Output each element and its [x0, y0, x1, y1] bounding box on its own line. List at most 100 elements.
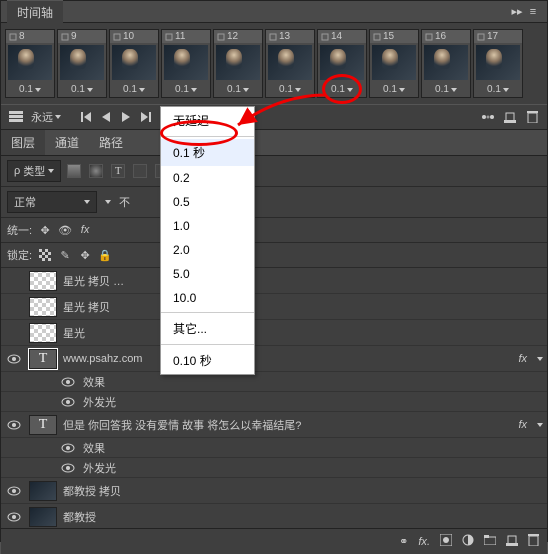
- layer-name[interactable]: 星光: [63, 325, 543, 341]
- fx-effects-row[interactable]: 效果: [1, 372, 547, 392]
- layer-row[interactable]: T www.psahz.com fx: [1, 346, 547, 372]
- fx-badge[interactable]: fx: [518, 353, 527, 365]
- search-icon: ρ: [14, 165, 20, 177]
- filter-adjust-icon[interactable]: [89, 164, 103, 178]
- first-frame-icon[interactable]: [79, 110, 93, 124]
- visibility-toggle[interactable]: [5, 420, 23, 430]
- tab-channels[interactable]: 通道: [45, 130, 89, 155]
- filter-icons: T: [67, 164, 169, 178]
- frame[interactable]: 8 0.1: [5, 29, 55, 98]
- layer-row[interactable]: T 但是 你回答我 没有爱情 故事 将怎么以幸福结尾? fx: [1, 412, 547, 438]
- fx-badge[interactable]: fx: [518, 419, 527, 431]
- tab-layers[interactable]: 图层: [1, 130, 45, 155]
- effects-label: 效果: [83, 374, 105, 390]
- delay-option[interactable]: 5.0: [161, 262, 254, 286]
- play-icon[interactable]: [119, 110, 133, 124]
- delete-frame-icon[interactable]: [525, 110, 539, 124]
- frame-delay[interactable]: 0.1: [58, 82, 106, 97]
- frame[interactable]: 12 0.1: [213, 29, 263, 98]
- delay-option[interactable]: 1.0: [161, 214, 254, 238]
- prev-frame-icon[interactable]: [99, 110, 113, 124]
- lock-pixels-icon[interactable]: ✎: [58, 248, 72, 262]
- frame[interactable]: 10 0.1: [109, 29, 159, 98]
- expand-fx-icon[interactable]: [537, 423, 543, 427]
- fx-outerglow-row[interactable]: 外发光: [1, 458, 547, 478]
- timeline-controls: 永远: [1, 104, 547, 130]
- frame-delay[interactable]: 0.1: [6, 82, 54, 97]
- fx-outerglow-row[interactable]: 外发光: [1, 392, 547, 412]
- layer-thumb: [29, 323, 57, 343]
- filter-kind-select[interactable]: ρ 类型: [7, 160, 61, 182]
- collapse-icon[interactable]: ▸▸: [509, 5, 525, 18]
- blend-mode-select[interactable]: 正常: [7, 191, 97, 213]
- layer-thumb-type: T: [29, 415, 57, 435]
- tab-paths[interactable]: 路径: [89, 130, 133, 155]
- delay-option[interactable]: 10.0: [161, 286, 254, 310]
- frame-number: 8: [6, 30, 54, 43]
- layer-row[interactable]: 星光 拷贝 …: [1, 268, 547, 294]
- frame[interactable]: 14 0.1: [317, 29, 367, 98]
- filter-shape-icon[interactable]: [133, 164, 147, 178]
- frame-delay[interactable]: 0.1: [110, 82, 158, 97]
- layers-tabs: 图层 通道 路径: [1, 130, 547, 156]
- filter-type-icon[interactable]: T: [111, 164, 125, 178]
- frame-thumb: [8, 45, 52, 80]
- visibility-toggle[interactable]: [5, 512, 23, 522]
- layer-name[interactable]: 星光 拷贝: [63, 299, 543, 315]
- delay-option[interactable]: 2.0: [161, 238, 254, 262]
- layer-name[interactable]: 星光 拷贝 …: [63, 273, 543, 289]
- visibility-toggle[interactable]: [5, 354, 23, 364]
- delay-option[interactable]: 0.5: [161, 190, 254, 214]
- frame-delay[interactable]: 0.1: [422, 82, 470, 97]
- panel-menu-icon[interactable]: ≡: [525, 6, 541, 18]
- delay-option-none[interactable]: 无延迟: [161, 107, 254, 134]
- layer-row[interactable]: 都教授: [1, 504, 547, 528]
- unify-position-icon[interactable]: ✥: [38, 223, 52, 237]
- unify-visibility-icon[interactable]: 👁: [58, 223, 72, 237]
- visibility-toggle[interactable]: [5, 486, 23, 496]
- lock-all-icon[interactable]: 🔒: [98, 248, 112, 262]
- layers-list[interactable]: 星光 拷贝 … 星光 拷贝 星光 T www.psahz.com fx 效果 外…: [1, 268, 547, 528]
- lock-position-icon[interactable]: ✥: [78, 248, 92, 262]
- frame-delay[interactable]: 0.1: [318, 82, 366, 97]
- frame[interactable]: 11 0.1: [161, 29, 211, 98]
- lock-transparent-icon[interactable]: [38, 248, 52, 262]
- frame-delay[interactable]: 0.1: [474, 82, 522, 97]
- frame-delay[interactable]: 0.1: [370, 82, 418, 97]
- tween-icon[interactable]: [481, 110, 495, 124]
- frame-delay[interactable]: 0.1: [266, 82, 314, 97]
- frame[interactable]: 16 0.1: [421, 29, 471, 98]
- frame-delay[interactable]: 0.1: [214, 82, 262, 97]
- layer-thumb: [29, 507, 57, 527]
- frame[interactable]: 15 0.1: [369, 29, 419, 98]
- timeline-tab[interactable]: 时间轴: [7, 0, 63, 24]
- fx-effects-row[interactable]: 效果: [1, 438, 547, 458]
- frame[interactable]: 17 0.1: [473, 29, 523, 98]
- layer-row[interactable]: 星光: [1, 320, 547, 346]
- layer-thumb-type: T: [29, 349, 57, 369]
- frame[interactable]: 13 0.1: [265, 29, 315, 98]
- frame[interactable]: 9 0.1: [57, 29, 107, 98]
- delay-option-current[interactable]: 0.10 秒: [161, 347, 254, 374]
- delay-option-other[interactable]: 其它...: [161, 315, 254, 342]
- filter-pixel-icon[interactable]: [67, 164, 81, 178]
- next-frame-icon[interactable]: [139, 110, 153, 124]
- layer-name[interactable]: 但是 你回答我 没有爱情 故事 将怎么以幸福结尾?: [63, 417, 512, 433]
- delay-option[interactable]: 0.1 秒: [161, 139, 254, 166]
- loop-label: 永远: [31, 109, 53, 125]
- layer-row[interactable]: 星光 拷贝: [1, 294, 547, 320]
- unify-style-icon[interactable]: fx: [78, 223, 92, 237]
- layer-name[interactable]: 都教授: [63, 509, 543, 525]
- convert-timeline-icon[interactable]: [9, 110, 23, 124]
- delay-option[interactable]: 0.2: [161, 166, 254, 190]
- layer-name[interactable]: 都教授 拷贝: [63, 483, 543, 499]
- layer-name[interactable]: www.psahz.com: [63, 353, 512, 365]
- layer-thumb: [29, 271, 57, 291]
- timeline-panel: 时间轴 ▸▸ ≡ 8 0.1 9 0.1 10 0.1 11 0.1 12: [0, 0, 548, 542]
- layer-row[interactable]: 都教授 拷贝: [1, 478, 547, 504]
- layers-footer: ⚭ fx.: [1, 528, 547, 554]
- loop-select[interactable]: 永远: [31, 109, 61, 125]
- new-frame-icon[interactable]: [503, 110, 517, 124]
- frame-delay[interactable]: 0.1: [162, 82, 210, 97]
- expand-fx-icon[interactable]: [537, 357, 543, 361]
